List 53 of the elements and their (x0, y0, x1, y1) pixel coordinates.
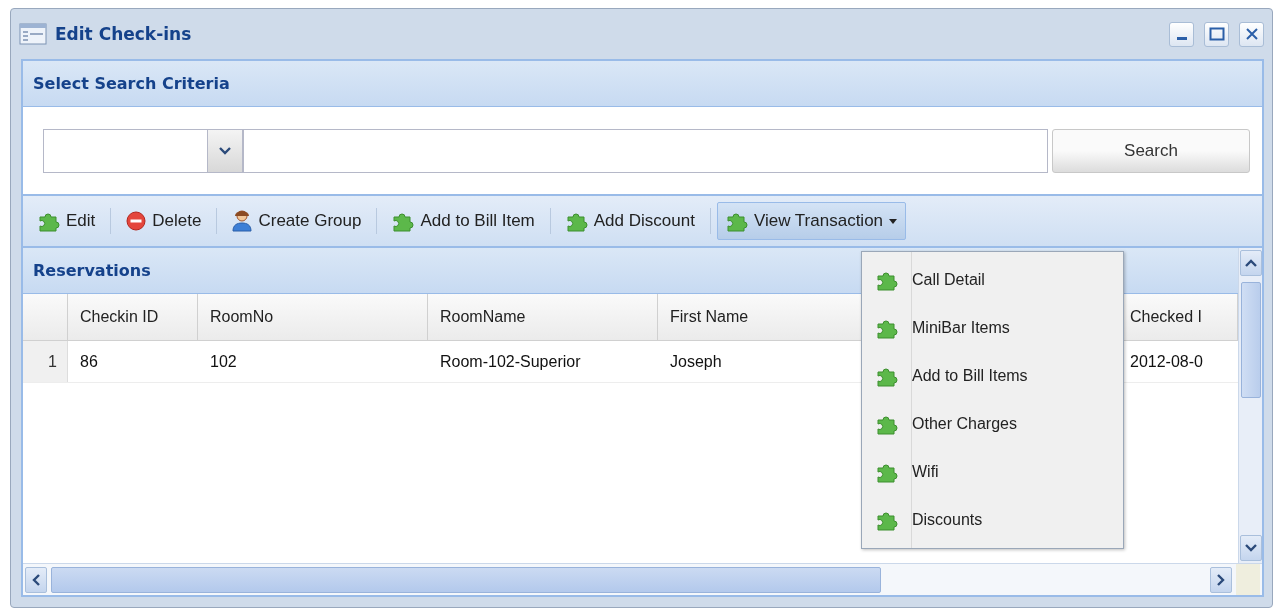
table-cell: Room-102-Superior (440, 352, 581, 371)
criteria-combo[interactable] (43, 128, 243, 173)
caret-icon (889, 218, 898, 224)
menu-item[interactable]: Discounts (862, 496, 1123, 544)
puzzle-icon (876, 509, 898, 531)
column-header[interactable]: RoomNo (210, 308, 274, 326)
puzzle-icon (876, 365, 898, 387)
maximize-button[interactable] (1204, 21, 1229, 47)
column-header[interactable]: Checkin ID (80, 308, 159, 326)
menu-item[interactable]: MiniBar Items (862, 304, 1123, 352)
search-button[interactable]: Search (1052, 128, 1250, 173)
scrollbar-corner (1236, 564, 1260, 595)
table-cell: 86 (80, 352, 98, 371)
column-header[interactable]: RoomName (440, 308, 526, 326)
table-cell: 2012-08-0 (1130, 352, 1203, 371)
table-cell: 102 (210, 352, 237, 371)
dropdown-icon (219, 145, 231, 156)
toolbar-button[interactable]: Add to Bill Item (383, 202, 544, 240)
minimize-button[interactable] (1169, 21, 1194, 47)
table-cell: Joseph (670, 352, 722, 371)
column-header[interactable]: Checked I (1130, 308, 1203, 326)
horizontal-scrollbar[interactable] (23, 563, 1262, 595)
menu-item[interactable]: Wifi (862, 448, 1123, 496)
maximize-icon (1208, 27, 1225, 41)
puzzle-icon (392, 210, 415, 232)
menu-button[interactable]: View Transaction (716, 202, 907, 240)
close-icon (1244, 27, 1259, 41)
column-header[interactable]: First Name (670, 308, 749, 326)
section-title: Select Search Criteria (33, 74, 230, 93)
menu-item[interactable]: Other Charges (862, 400, 1123, 448)
close-button[interactable] (1239, 21, 1264, 47)
search-field[interactable] (243, 128, 1048, 173)
puzzle-icon (876, 317, 898, 339)
row-number: 1 (23, 341, 68, 382)
menu-item[interactable]: Add to Bill Items (862, 352, 1123, 400)
window-title: Edit Check-ins (55, 24, 193, 44)
delete-icon (126, 211, 147, 231)
puzzle-icon (876, 413, 898, 435)
minimize-icon (1176, 36, 1187, 40)
window-icon (19, 23, 47, 45)
toolbar-button[interactable]: Delete (117, 202, 211, 240)
user-icon (232, 210, 253, 232)
toolbar-button[interactable]: Add Discount (556, 202, 704, 240)
puzzle-icon (725, 210, 748, 232)
puzzle-icon (876, 461, 898, 483)
puzzle-icon (876, 269, 898, 291)
puzzle-icon (565, 210, 588, 232)
vertical-scrollbar[interactable] (1238, 248, 1262, 563)
toolbar-button[interactable]: Create Group (223, 202, 371, 240)
menu-item[interactable]: Call Detail (862, 256, 1123, 304)
grid-title: Reservations (33, 261, 151, 280)
puzzle-icon (38, 210, 60, 232)
toolbar-button[interactable]: Edit (29, 202, 105, 240)
